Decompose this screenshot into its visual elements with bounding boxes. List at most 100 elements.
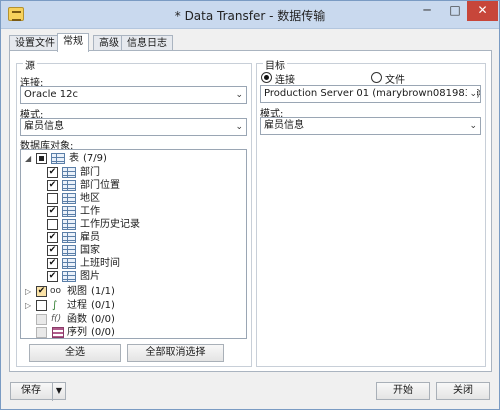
tree-item-label: 部门位置: [80, 180, 120, 191]
tree-item[interactable]: 上班时间: [47, 257, 237, 270]
dropdown-arrow-icon[interactable]: ▼: [52, 383, 65, 401]
chevron-down-icon: ⌄: [235, 122, 243, 132]
tree-node-label: 视图: [67, 286, 87, 297]
tree-item-label: 上班时间: [80, 258, 120, 269]
tree-item[interactable]: 地区: [47, 192, 237, 205]
tree-node-count: (1/1): [91, 286, 115, 297]
tree-item[interactable]: 部门位置: [47, 179, 237, 192]
target-schema-value: 雇员信息: [264, 120, 304, 131]
tree-item[interactable]: 工作: [47, 205, 237, 218]
chevron-down-icon: ⌄: [467, 86, 477, 102]
table-icon: [62, 180, 76, 191]
select-all-button[interactable]: 全选: [29, 344, 121, 362]
item-checkbox[interactable]: [47, 219, 58, 230]
tree-node-count: (7/9): [83, 153, 107, 164]
tree-item-label: 地区: [80, 193, 100, 204]
tree-item[interactable]: 国家: [47, 244, 237, 257]
source-schema-select[interactable]: 雇员信息 ⌄: [20, 118, 247, 136]
chevron-down-icon: ⌄: [469, 121, 477, 131]
source-connection-value: Oracle 12c: [24, 89, 78, 100]
data-transfer-window: * Data Transfer - 数据传输 ─ □ ✕ 设置文件 常规 高级 …: [0, 0, 500, 410]
item-checkbox[interactable]: [47, 180, 58, 191]
item-checkbox[interactable]: [47, 271, 58, 282]
save-button-label: 保存: [21, 385, 41, 396]
close-window-button[interactable]: ✕: [467, 1, 498, 21]
expand-icon[interactable]: ▷: [25, 299, 33, 312]
tree-node-tables[interactable]: ◢ 表 (7/9): [23, 152, 243, 165]
tree-item-label: 工作历史记录: [80, 219, 140, 230]
table-icon: [62, 206, 76, 217]
deselect-all-button[interactable]: 全部取消选择: [127, 344, 224, 362]
tab-message-log[interactable]: 信息日志: [121, 35, 173, 51]
sequence-icon: [52, 327, 64, 338]
source-group-title: 源: [23, 57, 37, 72]
tree-item-label: 工作: [80, 206, 100, 217]
tree-item-label: 图片: [80, 271, 100, 282]
target-connection-radio-label: 连接: [275, 75, 295, 86]
table-icon: [62, 219, 76, 230]
tree-item-label: 国家: [80, 245, 100, 256]
source-group: 源 连接: Oracle 12c ⌄ 模式: 雇员信息 ⌄ 数据库对象: ◢ 表: [16, 57, 252, 367]
table-icon: [62, 271, 76, 282]
target-connection-value: Production Server 01 (marybrown081983@gm…: [264, 88, 480, 99]
table-icon: [62, 258, 76, 269]
target-group: 目标 连接 文件 Production Server 01 (marybrown…: [256, 57, 486, 367]
minimize-button[interactable]: ─: [413, 1, 441, 21]
tree-item-label: 雇员: [80, 232, 100, 243]
table-icon: [51, 153, 65, 164]
database-objects-tree[interactable]: ◢ 表 (7/9) 部门 部门位置: [20, 149, 247, 339]
maximize-button[interactable]: □: [441, 1, 469, 21]
item-checkbox[interactable]: [47, 232, 58, 243]
general-tab-panel: 源 连接: Oracle 12c ⌄ 模式: 雇员信息 ⌄ 数据库对象: ◢ 表: [9, 50, 492, 372]
source-connection-select[interactable]: Oracle 12c ⌄: [20, 86, 247, 104]
tree-node-functions[interactable]: f() 函数 (0/0): [23, 313, 243, 326]
tree-node-count: (0/0): [91, 314, 115, 325]
table-icon: [62, 232, 76, 243]
procedure-icon: ∫: [52, 300, 58, 311]
tree-node-label: 过程: [67, 300, 87, 311]
tree-item[interactable]: 雇员: [47, 231, 237, 244]
collapse-icon[interactable]: ◢: [25, 152, 33, 165]
functions-checkbox[interactable]: [36, 314, 47, 325]
tree-item[interactable]: 工作历史记录: [47, 218, 237, 231]
function-icon: f(): [51, 314, 62, 324]
tree-node-label: 序列: [67, 327, 87, 338]
target-schema-select[interactable]: 雇员信息 ⌄: [260, 117, 481, 135]
tree-item-label: 部门: [80, 167, 100, 178]
view-icon: oo: [50, 286, 62, 296]
tree-node-views[interactable]: ▷ oo 视图 (1/1): [23, 285, 243, 298]
tree-node-label: 表: [69, 153, 79, 164]
title-bar[interactable]: * Data Transfer - 数据传输 ─ □ ✕: [1, 1, 499, 29]
chevron-down-icon: ⌄: [235, 90, 243, 100]
tree-node-procedures[interactable]: ▷ ∫ 过程 (0/1): [23, 299, 243, 312]
tab-profile[interactable]: 设置文件: [9, 35, 61, 51]
procedures-checkbox[interactable]: [36, 300, 47, 311]
source-schema-value: 雇员信息: [24, 121, 64, 132]
tree-item[interactable]: 部门: [47, 166, 237, 179]
target-connection-select[interactable]: Production Server 01 (marybrown081983@gm…: [260, 85, 481, 103]
tree-node-label: 函数: [67, 314, 87, 325]
tree-node-count: (0/1): [91, 300, 115, 311]
target-connection-radio[interactable]: [261, 72, 272, 83]
item-checkbox[interactable]: [47, 245, 58, 256]
target-file-radio[interactable]: [371, 72, 382, 83]
save-split-button[interactable]: 保存 ▼: [10, 382, 66, 401]
target-file-radio-label: 文件: [385, 75, 405, 86]
item-checkbox[interactable]: [47, 206, 58, 217]
views-checkbox[interactable]: [36, 286, 47, 297]
table-icon: [62, 167, 76, 178]
item-checkbox[interactable]: [47, 258, 58, 269]
sequences-checkbox[interactable]: [36, 327, 47, 338]
item-checkbox[interactable]: [47, 167, 58, 178]
tree-node-sequences[interactable]: 序列 (0/0): [23, 326, 243, 339]
tree-node-count: (0/0): [91, 327, 115, 338]
tree-item[interactable]: 图片: [47, 270, 237, 283]
close-button[interactable]: 关闭: [436, 382, 490, 400]
start-button[interactable]: 开始: [376, 382, 430, 400]
table-icon: [62, 193, 76, 204]
expand-icon[interactable]: ▷: [25, 285, 33, 298]
tab-general[interactable]: 常规: [57, 33, 89, 52]
item-checkbox[interactable]: [47, 193, 58, 204]
tables-checkbox[interactable]: [36, 153, 47, 164]
target-group-title: 目标: [263, 57, 287, 72]
